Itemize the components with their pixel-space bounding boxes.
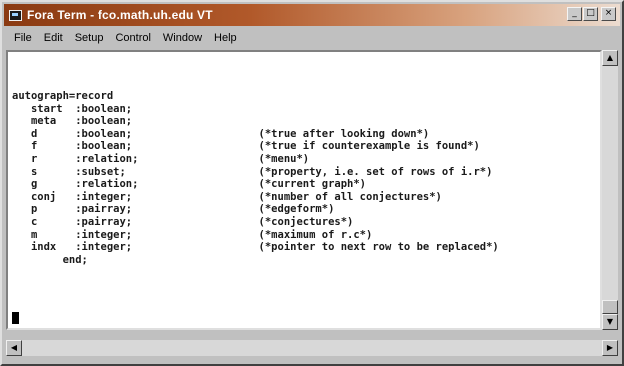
scroll-down-button[interactable]: ▼ <box>602 314 618 330</box>
terminal-line: r :relation; (*menu*) <box>12 152 310 165</box>
menu-bar: File Edit Setup Control Window Help <box>4 28 620 48</box>
scroll-left-button[interactable]: ◀ <box>6 340 22 356</box>
terminal-line: end; <box>12 253 88 266</box>
menu-window[interactable]: Window <box>157 32 208 44</box>
maximize-button[interactable]: □ <box>583 7 598 21</box>
scroll-right-button[interactable]: ▶ <box>602 340 618 356</box>
minimize-button[interactable]: _ <box>567 7 582 21</box>
menu-edit[interactable]: Edit <box>38 32 69 44</box>
terminal-line: conj :integer; (*number of all conjectur… <box>12 190 442 203</box>
menu-setup[interactable]: Setup <box>69 32 110 44</box>
title-bar[interactable]: Fora Term - fco.math.uh.edu VT _ □ × <box>4 4 620 26</box>
close-button[interactable]: × <box>601 7 616 21</box>
terminal-line: m :integer; (*maximum of r.c*) <box>12 228 373 241</box>
window-controls: _ □ × <box>567 7 616 21</box>
menu-control[interactable]: Control <box>109 32 156 44</box>
terminal-line: s :subset; (*property, i.e. set of rows … <box>12 165 493 178</box>
terminal-line: start :boolean; <box>12 102 133 115</box>
terminal-screen[interactable]: autograph=record start :boolean; meta :b… <box>6 50 602 330</box>
terminal-output: autograph=record start :boolean; meta :b… <box>12 90 499 266</box>
terminal-line: d :boolean; (*true after looking down*) <box>12 127 430 140</box>
menu-file[interactable]: File <box>4 32 38 44</box>
vertical-scrollbar[interactable]: ▲ ▼ <box>602 50 618 330</box>
terminal-line: g :relation; (*current graph*) <box>12 178 367 191</box>
horizontal-scrollbar[interactable]: ◀ ▶ <box>6 340 618 356</box>
terminal-line: indx :integer; (*pointer to next row to … <box>12 241 499 254</box>
terminal-line: autograph=record <box>12 90 114 102</box>
terminal-line: p :pairray; (*edgeform*) <box>12 203 335 216</box>
terminal-line: meta :boolean; <box>12 115 133 128</box>
text-cursor <box>12 312 19 324</box>
terminal-app-icon[interactable] <box>9 9 22 21</box>
terminal-line: f :boolean; (*true if counterexample is … <box>12 140 480 153</box>
terminal-line: c :pairray; (*conjectures*) <box>12 215 354 228</box>
window-title: Fora Term - fco.math.uh.edu VT <box>27 8 213 22</box>
menu-help[interactable]: Help <box>208 32 243 44</box>
scroll-up-button[interactable]: ▲ <box>602 50 618 66</box>
vertical-scroll-thumb[interactable] <box>602 300 618 314</box>
